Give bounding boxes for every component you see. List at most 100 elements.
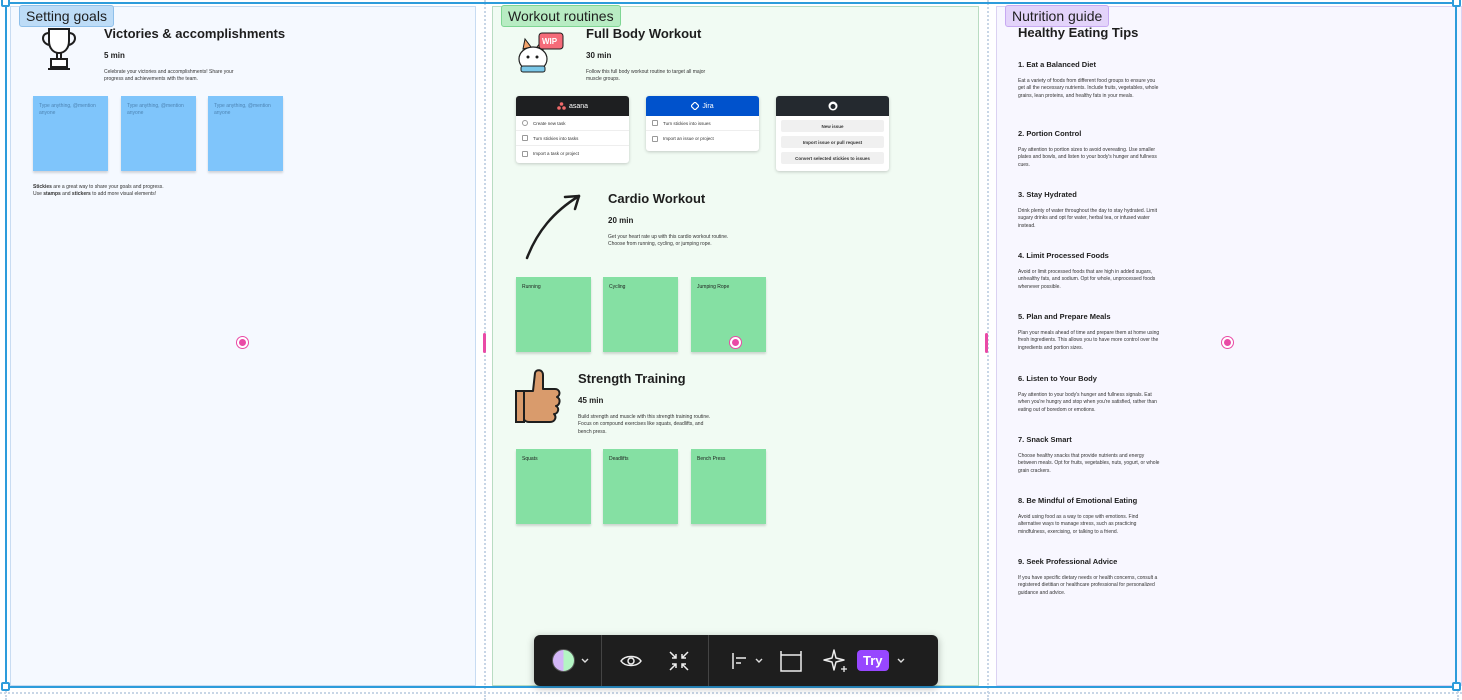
sticky-note[interactable]: Type anything, @mention anyone	[121, 96, 196, 171]
guide-line	[0, 692, 1462, 694]
action-label: Turn stickies into issues	[663, 120, 711, 126]
tip-heading: 1. Eat a Balanced Diet	[1018, 60, 1096, 69]
sticky-icon	[652, 120, 658, 126]
section-label[interactable]: Workout routines	[501, 5, 621, 27]
toolbar-view-group	[602, 635, 708, 686]
tip-text: Plan your meals ahead of time and prepar…	[1018, 330, 1160, 351]
section-center-handle[interactable]	[730, 337, 741, 348]
color-picker-icon[interactable]	[552, 649, 575, 672]
new-issue-button[interactable]: New issue	[781, 120, 884, 132]
action-label: Create new task	[533, 120, 566, 126]
sticky-icon	[522, 135, 528, 141]
jira-logo-icon	[691, 102, 700, 110]
tip-heading: 3. Stay Hydrated	[1018, 190, 1077, 199]
tip-rest: are a great way to share your goals and …	[51, 184, 164, 190]
section-label[interactable]: Setting goals	[19, 5, 114, 27]
action-label: Import an issue or project	[663, 136, 714, 141]
sticky-note[interactable]: Deadlifts	[603, 449, 678, 524]
tip-heading: 2. Portion Control	[1018, 129, 1082, 138]
tip-strong: Stickies	[33, 184, 52, 190]
section-center-handle[interactable]	[237, 337, 248, 348]
frame-icon[interactable]	[779, 650, 803, 672]
duration: 20 min	[608, 216, 634, 225]
description: Celebrate your victories and accomplishm…	[104, 69, 234, 83]
asana-card[interactable]: asana Create new task Turn stickies into…	[516, 96, 629, 163]
cat-wip-sticker-icon	[518, 32, 564, 73]
arrow-drawing-icon	[525, 194, 581, 260]
duration: 45 min	[578, 396, 604, 405]
tip-heading: 5. Plan and Prepare Meals	[1018, 312, 1111, 321]
chevron-down-icon[interactable]	[755, 658, 763, 664]
toolbar-layout-group	[709, 635, 763, 686]
asana-action[interactable]: Import a task or project	[516, 146, 629, 161]
convert-stickies-button[interactable]: Convert selected stickies to issues	[781, 152, 884, 164]
toolbar-color-group	[534, 635, 601, 686]
sticky-note[interactable]: Bench Press	[691, 449, 766, 524]
plus-circle-icon	[522, 120, 528, 126]
tip-heading: 8. Be Mindful of Emotional Eating	[1018, 496, 1138, 505]
floating-toolbar: Try	[534, 635, 938, 686]
import-icon	[522, 150, 528, 157]
tip-heading: 4. Limit Processed Foods	[1018, 251, 1109, 260]
github-card[interactable]: New issue Import issue or pull request C…	[776, 96, 889, 171]
asana-action[interactable]: Turn stickies into tasks	[516, 131, 629, 146]
tip-text: Pay attention to portion sizes to avoid …	[1018, 147, 1157, 168]
tip-heading: 9. Seek Professional Advice	[1018, 557, 1118, 566]
section-label[interactable]: Nutrition guide	[1005, 5, 1110, 27]
chevron-down-icon[interactable]	[897, 658, 905, 664]
sparkle-icon[interactable]	[823, 648, 849, 674]
resize-handle[interactable]	[1, 0, 10, 7]
section-resize-handle[interactable]	[483, 333, 486, 353]
toolbar-ai-group: Try	[803, 635, 905, 686]
section-center-handle[interactable]	[1222, 337, 1233, 348]
tip-text: Pay attention to your body's hunger and …	[1018, 392, 1157, 413]
tip-text: If you have specific dietary needs or he…	[1018, 575, 1158, 596]
wip-badge: WIP	[542, 37, 558, 46]
chevron-down-icon[interactable]	[581, 658, 589, 664]
section-title: Cardio Workout	[608, 191, 706, 206]
tip-text: Eat a variety of foods from different fo…	[1018, 78, 1159, 99]
align-left-icon[interactable]	[731, 652, 749, 670]
jira-header: Jira	[646, 96, 759, 116]
sticky-note[interactable]: Squats	[516, 449, 591, 524]
description: Get your heart rate up with this cardio …	[608, 234, 729, 248]
jira-action[interactable]: Turn stickies into issues	[646, 116, 759, 131]
resize-handle[interactable]	[1452, 0, 1461, 7]
resize-handle[interactable]	[1, 682, 10, 691]
asana-brand: asana	[568, 102, 589, 110]
jira-card[interactable]: Jira Turn stickies into issues Import an…	[646, 96, 759, 151]
tip-text: Avoid using food as a way to cope with e…	[1018, 514, 1139, 535]
github-header	[776, 96, 889, 116]
asana-action[interactable]: Create new task	[516, 116, 629, 131]
jira-brand: Jira	[702, 102, 714, 110]
tip-strong: stickers	[71, 191, 91, 198]
sticky-note[interactable]: Type anything, @mention anyone	[208, 96, 283, 171]
toolbar-frame-group	[763, 635, 803, 686]
sticky-note[interactable]: Running	[516, 277, 591, 352]
guide-line	[5, 0, 7, 700]
eye-icon[interactable]	[620, 654, 642, 668]
tip-prefix: Use	[33, 191, 44, 198]
action-label: Turn stickies into tasks	[533, 135, 579, 141]
tip-text: Drink plenty of water throughout the day…	[1018, 208, 1157, 229]
sticky-note[interactable]: Cycling	[603, 277, 678, 352]
github-logo-icon	[828, 101, 837, 111]
resize-handle[interactable]	[1452, 682, 1461, 691]
trophy-icon	[42, 28, 76, 70]
action-label: Import a task or project	[533, 151, 580, 156]
asana-logo-icon	[557, 102, 566, 110]
sticky-note[interactable]: Type anything, @mention anyone	[33, 96, 108, 171]
jira-action[interactable]: Import an issue or project	[646, 131, 759, 146]
tip-strong: stamps	[43, 191, 61, 198]
section-title: Victories & accomplishments	[104, 26, 286, 41]
whiteboard-canvas[interactable]: Setting goals Victories & accomplishment…	[0, 0, 1462, 700]
tip-rest: to add more visual elements!	[90, 191, 157, 198]
section-resize-handle[interactable]	[985, 333, 988, 353]
tip-text: Avoid or limit processed foods that are …	[1018, 269, 1156, 290]
sticky-note[interactable]: Jumping Rope	[691, 277, 766, 352]
try-button[interactable]: Try	[857, 650, 889, 671]
tip-mid: and	[60, 191, 72, 198]
duration: 5 min	[104, 51, 125, 60]
import-issue-button[interactable]: Import issue or pull request	[781, 136, 884, 148]
collapse-icon[interactable]	[668, 650, 690, 672]
